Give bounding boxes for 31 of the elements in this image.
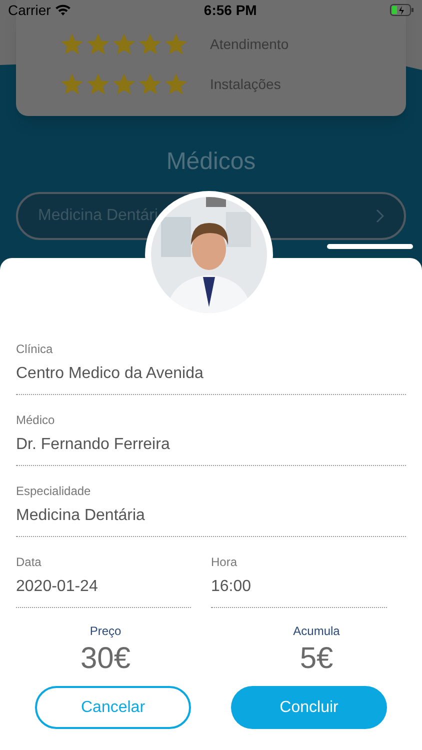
drag-handle[interactable]	[327, 244, 413, 249]
star-icon	[112, 32, 136, 56]
star-icon	[60, 32, 84, 56]
star-icon	[60, 72, 84, 96]
field-label: Médico	[16, 412, 56, 429]
star-icon	[164, 32, 188, 56]
field-label: Especialidade	[16, 483, 92, 500]
clock: 6:56 PM	[204, 0, 257, 20]
summary-value: 5€	[300, 641, 334, 677]
input-field[interactable]: 2020-01-24	[16, 575, 191, 608]
summary-label: Preço	[90, 623, 122, 640]
chevron-right-icon	[376, 209, 384, 223]
star-icon	[164, 72, 188, 96]
field-label: Hora	[211, 554, 238, 571]
input-field[interactable]: Dr. Fernando Ferreira	[16, 433, 406, 466]
star-icon	[86, 32, 110, 56]
star-icon	[86, 72, 110, 96]
wifi-icon	[54, 4, 71, 16]
star-icon	[112, 72, 136, 96]
section-title: Médicos	[165, 147, 257, 177]
input-field[interactable]: Medicina Dentária	[16, 504, 406, 537]
input-field[interactable]: 16:00	[211, 575, 387, 608]
star-icon	[138, 72, 162, 96]
battery-icon	[390, 4, 414, 16]
star-icon	[138, 32, 162, 56]
summary-value: 30€	[80, 641, 131, 677]
field-label: Clínica	[16, 341, 54, 358]
summary-label: Acumula	[293, 623, 340, 640]
input-field[interactable]: Centro Medico da Avenida	[16, 362, 406, 395]
carrier-label: Carrier	[8, 0, 51, 20]
field-label: Data	[16, 554, 42, 571]
